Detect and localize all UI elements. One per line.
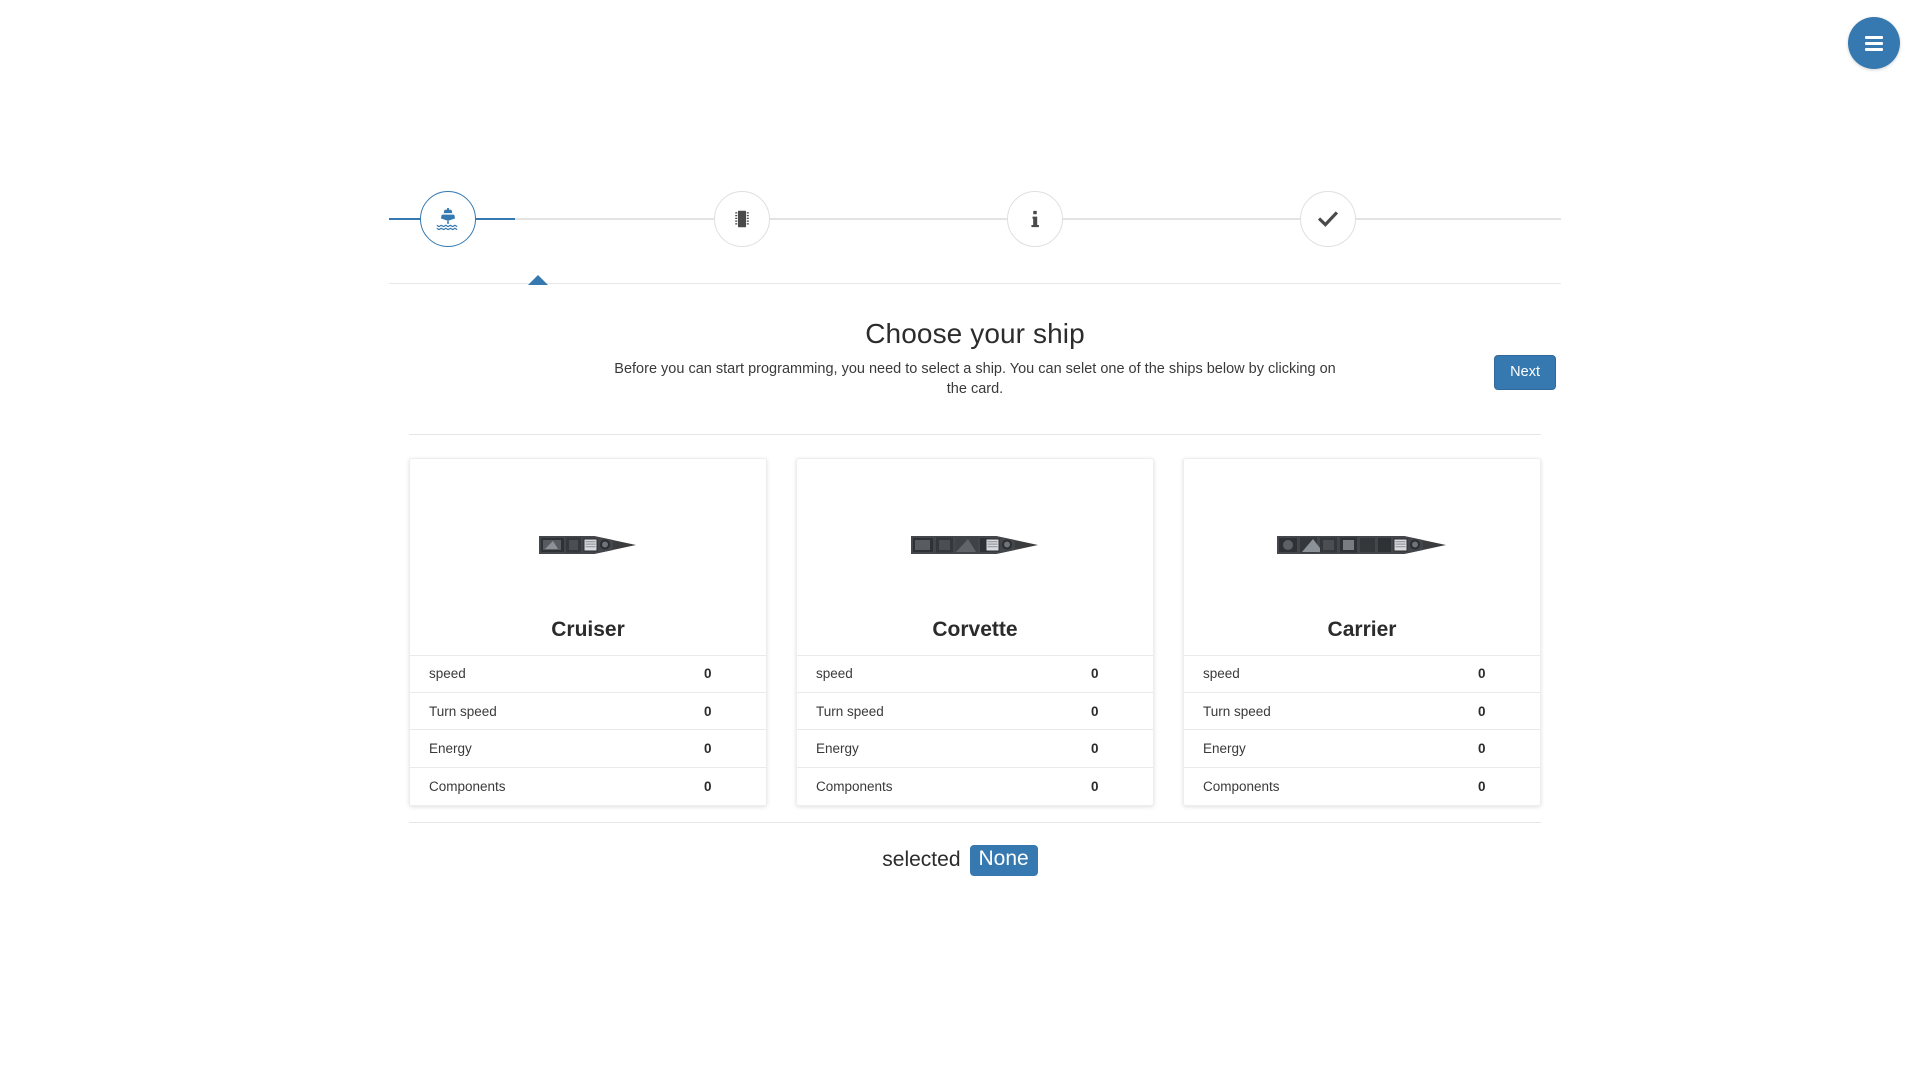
microchip-icon — [731, 208, 753, 230]
ship-image-carrier — [1184, 459, 1540, 618]
ship-stats-table: speed 0 Turn speed 0 Energy 0 Components… — [1184, 654, 1540, 805]
stat-label: speed — [1203, 666, 1240, 682]
table-row: Turn speed 0 — [1184, 693, 1540, 731]
table-row: speed 0 — [410, 656, 766, 694]
stepper-bottom-divider — [389, 283, 1561, 284]
ship-card[interactable]: Carrier speed 0 Turn speed 0 Energy 0 Co… — [1183, 458, 1541, 806]
stat-value: 0 — [704, 778, 712, 794]
stat-label: speed — [429, 666, 466, 682]
stat-value: 0 — [1091, 666, 1099, 682]
wizard-stepper — [389, 170, 1561, 290]
stat-value: 0 — [1478, 703, 1486, 719]
stat-label: Turn speed — [816, 703, 884, 719]
menu-fab-button[interactable] — [1848, 17, 1900, 69]
table-row: Energy 0 — [797, 730, 1153, 768]
table-row: Energy 0 — [410, 730, 766, 768]
ship-image-cruiser — [410, 459, 766, 618]
ship-icon — [435, 206, 461, 232]
table-row: Components 0 — [1184, 768, 1540, 805]
page-description: Before you can start programming, you ne… — [614, 361, 1336, 397]
stat-value: 0 — [1091, 703, 1099, 719]
stat-label: Components — [429, 778, 506, 794]
stat-label: Components — [1203, 778, 1280, 794]
stepper-step-info[interactable] — [1007, 191, 1063, 247]
table-row: Components 0 — [410, 768, 766, 805]
ship-card[interactable]: Cruiser speed 0 Turn speed 0 Energy 0 Co… — [409, 458, 767, 806]
table-row: Components 0 — [797, 768, 1153, 805]
stat-label: Energy — [429, 741, 472, 757]
status-badge: None — [969, 845, 1038, 876]
stat-value: 0 — [1091, 741, 1099, 757]
stat-value: 0 — [704, 703, 712, 719]
stepper-step-finish[interactable] — [1300, 191, 1356, 247]
ship-card-list: Cruiser speed 0 Turn speed 0 Energy 0 Co… — [409, 458, 1541, 806]
stat-label: Energy — [1203, 741, 1246, 757]
active-step-caret-icon — [528, 275, 548, 285]
check-icon — [1316, 207, 1340, 231]
stat-label: speed — [816, 666, 853, 682]
ship-name: Carrier — [1327, 617, 1397, 641]
next-button[interactable]: Next — [1494, 355, 1556, 390]
stat-label: Energy — [816, 741, 859, 757]
stat-value: 0 — [1478, 741, 1486, 757]
ship-card[interactable]: Corvette speed 0 Turn speed 0 Energy 0 C… — [796, 458, 1154, 806]
table-row: Energy 0 — [1184, 730, 1540, 768]
ship-name: Cruiser — [551, 617, 625, 641]
info-icon — [1024, 208, 1046, 230]
stat-value: 0 — [1478, 666, 1486, 682]
stat-value: 0 — [704, 666, 712, 682]
selection-summary: selected None — [0, 845, 1920, 876]
table-row: Turn speed 0 — [410, 693, 766, 731]
stat-label: Turn speed — [1203, 703, 1271, 719]
stepper-step-components[interactable] — [714, 191, 770, 247]
stat-label: Turn speed — [429, 703, 497, 719]
stepper-track — [389, 218, 1561, 220]
selection-label: selected — [882, 848, 961, 872]
page-title: Choose your ship — [865, 318, 1085, 349]
ship-stats-table: speed 0 Turn speed 0 Energy 0 Components… — [797, 654, 1153, 805]
stepper-step-ship[interactable] — [420, 191, 476, 247]
table-row: Turn speed 0 — [797, 693, 1153, 731]
ship-stats-table: speed 0 Turn speed 0 Energy 0 Components… — [410, 654, 766, 805]
hamburger-menu-icon — [1865, 35, 1883, 51]
ship-image-corvette — [797, 459, 1153, 618]
stat-value: 0 — [1478, 778, 1486, 794]
cards-bottom-divider — [409, 822, 1541, 823]
table-row: speed 0 — [1184, 656, 1540, 694]
cards-top-divider — [409, 434, 1541, 435]
ship-name: Corvette — [932, 617, 1018, 641]
stat-value: 0 — [704, 741, 712, 757]
table-row: speed 0 — [797, 656, 1153, 694]
stat-value: 0 — [1091, 778, 1099, 794]
stat-label: Components — [816, 778, 893, 794]
page-header: Choose your ship Before you can start pr… — [389, 318, 1561, 399]
